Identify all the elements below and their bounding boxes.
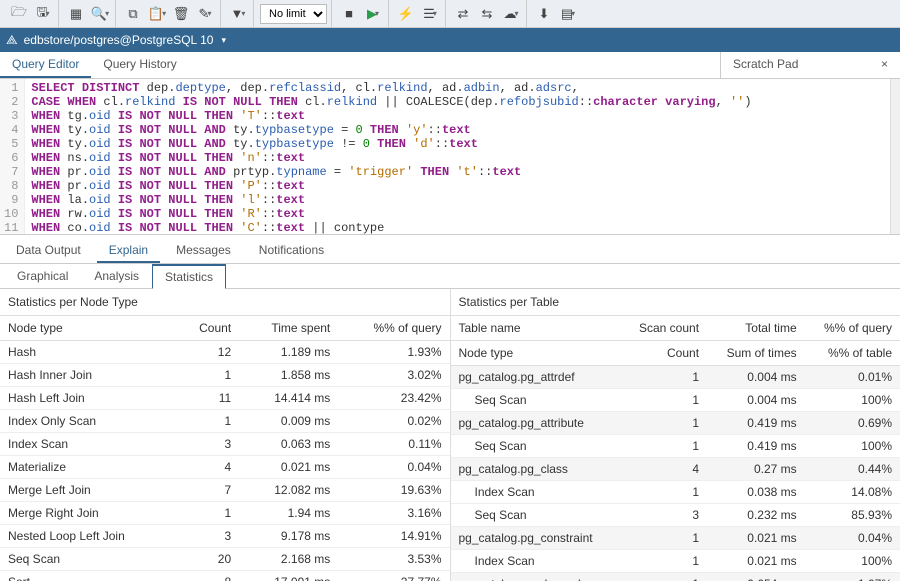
- table-row[interactable]: Merge Left Join712.082 ms19.63%: [0, 479, 450, 502]
- connection-bar[interactable]: ⟁ edbstore/postgres@PostgreSQL 10 ▾: [0, 28, 900, 52]
- paste-icon[interactable]: 📋▾: [146, 3, 168, 25]
- table-row[interactable]: Hash Inner Join11.858 ms3.02%: [0, 364, 450, 387]
- commit-icon[interactable]: ⇄: [452, 3, 474, 25]
- delete-icon[interactable]: 🗑: [170, 3, 192, 25]
- table-row[interactable]: pg_catalog.pg_attrdef10.004 ms0.01%: [451, 366, 900, 389]
- col-node-type: Node type: [0, 316, 176, 341]
- col-pct: %% of query: [338, 316, 449, 341]
- rollback-icon[interactable]: ⇆: [476, 3, 498, 25]
- col-pct-table: %% of table: [805, 341, 900, 366]
- tab-scratch-pad[interactable]: Scratch Pad ×: [720, 52, 900, 78]
- col-pct-query: %% of query: [805, 316, 900, 341]
- table-row[interactable]: Seq Scan30.232 ms85.93%: [451, 504, 900, 527]
- node-type-stats-panel: Statistics per Node Type Node type Count…: [0, 289, 451, 581]
- col-node-type2: Node type: [451, 341, 621, 366]
- table-row[interactable]: Nested Loop Left Join39.178 ms14.91%: [0, 525, 450, 548]
- tab-notifications[interactable]: Notifications: [247, 239, 336, 263]
- open-file-icon[interactable]: 🗁: [8, 3, 30, 25]
- table-row[interactable]: Seq Scan10.004 ms100%: [451, 389, 900, 412]
- table-row[interactable]: Hash121.189 ms1.93%: [0, 341, 450, 364]
- col-table-name: Table name: [451, 316, 621, 341]
- table-stats-panel: Statistics per Table Table name Scan cou…: [451, 289, 900, 581]
- execute-icon[interactable]: ▶▾: [362, 3, 384, 25]
- explain-icon[interactable]: ⚡: [395, 3, 417, 25]
- macro-icon[interactable]: ▤▾: [557, 3, 579, 25]
- tab-query-editor[interactable]: Query Editor: [0, 52, 91, 78]
- tab-data-output[interactable]: Data Output: [4, 239, 93, 263]
- statistics-panels: Statistics per Node Type Node type Count…: [0, 289, 900, 581]
- col-count: Count: [176, 316, 240, 341]
- subtab-analysis[interactable]: Analysis: [81, 264, 152, 288]
- main-toolbar: 🗁 🖫▾ ▦ 🔍▾ ⧉ 📋▾ 🗑 ✎▾ ▼▾ No limit ■ ▶▾ ⚡ ☰…: [0, 0, 900, 28]
- editor-area: 1234567891011 SELECT DISTINCT dep.deptyp…: [0, 79, 900, 235]
- subtab-graphical[interactable]: Graphical: [4, 264, 81, 288]
- stop-icon[interactable]: ■: [338, 3, 360, 25]
- table-row[interactable]: pg_catalog.pg_constraint10.021 ms0.04%: [451, 527, 900, 550]
- col-time: Time spent: [239, 316, 338, 341]
- table-row[interactable]: Seq Scan202.168 ms3.53%: [0, 548, 450, 571]
- code-content[interactable]: SELECT DISTINCT dep.deptype, dep.refclas…: [25, 79, 890, 234]
- connection-label: edbstore/postgres@PostgreSQL 10: [24, 33, 214, 47]
- tab-messages[interactable]: Messages: [164, 239, 243, 263]
- col-total-time: Total time: [707, 316, 805, 341]
- editor-tabs: Query Editor Query History Scratch Pad ×: [0, 52, 900, 79]
- close-icon[interactable]: ×: [881, 57, 888, 73]
- table-row[interactable]: Hash Left Join1114.414 ms23.42%: [0, 387, 450, 410]
- download-icon[interactable]: ⬇: [533, 3, 555, 25]
- subtab-statistics[interactable]: Statistics: [152, 264, 226, 289]
- cloud-icon[interactable]: ☁▾: [500, 3, 522, 25]
- node-stats-table: Node type Count Time spent %% of query H…: [0, 315, 450, 581]
- table-row[interactable]: Index Scan10.021 ms100%: [451, 550, 900, 573]
- table-row[interactable]: Sort817.091 ms27.77%: [0, 571, 450, 581]
- result-tabs: Data Output Explain Messages Notificatio…: [0, 235, 900, 264]
- table-stats-table: Table name Scan count Total time %% of q…: [451, 315, 900, 581]
- col-count2: Count: [621, 341, 707, 366]
- sql-editor[interactable]: 1234567891011 SELECT DISTINCT dep.deptyp…: [0, 79, 890, 234]
- tab-explain[interactable]: Explain: [97, 239, 160, 263]
- limit-select[interactable]: No limit: [260, 4, 327, 24]
- search-icon[interactable]: 🔍▾: [89, 3, 111, 25]
- save-icon[interactable]: 🖫▾: [32, 3, 54, 25]
- table-stats-title: Statistics per Table: [451, 289, 900, 315]
- table-row[interactable]: pg_catalog.pg_attribute10.419 ms0.69%: [451, 412, 900, 435]
- copy-icon[interactable]: ⧉: [122, 3, 144, 25]
- tab-query-history[interactable]: Query History: [91, 52, 188, 78]
- chevron-down-icon: ▾: [221, 35, 226, 46]
- table-row[interactable]: Merge Right Join11.94 ms3.16%: [0, 502, 450, 525]
- col-sum-times: Sum of times: [707, 341, 805, 366]
- database-icon: ⟁: [6, 32, 18, 48]
- col-scan-count: Scan count: [621, 316, 707, 341]
- explain-subtabs: Graphical Analysis Statistics: [0, 264, 900, 289]
- table-row[interactable]: Index Only Scan10.009 ms0.02%: [0, 410, 450, 433]
- table-row[interactable]: Index Scan10.038 ms14.08%: [451, 481, 900, 504]
- filter-icon[interactable]: ▼▾: [227, 3, 249, 25]
- explain-opts-icon[interactable]: ☰▾: [419, 3, 441, 25]
- table-row[interactable]: Index Scan30.063 ms0.11%: [0, 433, 450, 456]
- table-row[interactable]: Seq Scan10.419 ms100%: [451, 435, 900, 458]
- table-row[interactable]: Materialize40.021 ms0.04%: [0, 456, 450, 479]
- table-row[interactable]: pg_catalog.pg_depend10.654 ms1.07%: [451, 573, 900, 581]
- line-gutter: 1234567891011: [0, 79, 25, 234]
- node-stats-title: Statistics per Node Type: [0, 289, 450, 315]
- table-row[interactable]: pg_catalog.pg_class40.27 ms0.44%: [451, 458, 900, 481]
- find-icon[interactable]: ▦: [65, 3, 87, 25]
- edit-icon[interactable]: ✎▾: [194, 3, 216, 25]
- vertical-scrollbar[interactable]: [890, 79, 900, 234]
